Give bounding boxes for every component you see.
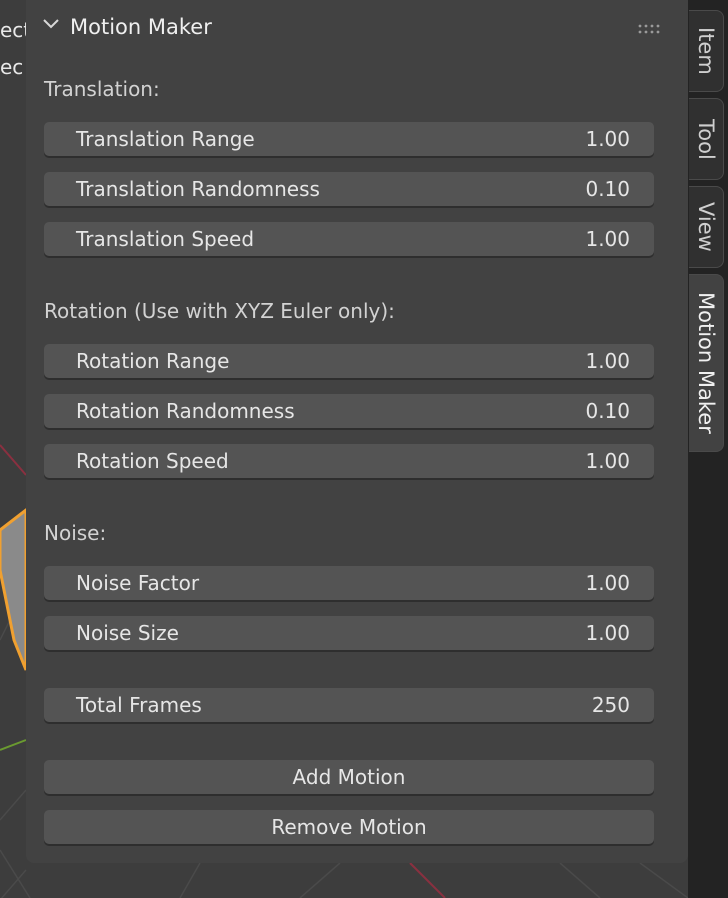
field-value: 250 [591, 693, 630, 717]
tab-tool[interactable]: Tool [689, 98, 724, 180]
field-label: Translation Range [76, 127, 255, 151]
motion-maker-panel: Motion Maker Translation: Translation Ra… [26, 0, 688, 863]
rotation-section-label: Rotation (Use with XYZ Euler only): [44, 299, 395, 323]
rotation-randomness-field[interactable]: Rotation Randomness 0.10 [44, 394, 654, 428]
field-label: Rotation Speed [76, 449, 229, 473]
field-value: 1.00 [585, 449, 630, 473]
remove-motion-button[interactable]: Remove Motion [44, 810, 654, 844]
field-label: Noise Size [76, 621, 179, 645]
field-value: 1.00 [585, 227, 630, 251]
translation-section-label: Translation: [44, 77, 160, 101]
tab-tool-label: Tool [694, 118, 718, 160]
tab-motion-maker-label: Motion Maker [694, 292, 718, 434]
tab-item-label: Item [694, 27, 718, 75]
panel-header[interactable]: Motion Maker [26, 0, 688, 58]
field-label: Noise Factor [76, 571, 200, 595]
noise-size-field[interactable]: Noise Size 1.00 [44, 616, 654, 650]
field-value: 0.10 [585, 399, 630, 423]
tab-view-label: View [694, 202, 718, 252]
tab-view[interactable]: View [689, 186, 724, 268]
field-label: Rotation Randomness [76, 399, 295, 423]
field-label: Translation Speed [76, 227, 255, 251]
field-value: 1.00 [585, 621, 630, 645]
translation-speed-field[interactable]: Translation Speed 1.00 [44, 222, 654, 256]
field-label: Total Frames [76, 693, 202, 717]
viewport-overlay-text: ec [0, 55, 24, 79]
tab-motion-maker[interactable]: Motion Maker [689, 274, 724, 452]
field-label: Translation Randomness [76, 177, 320, 201]
noise-factor-field[interactable]: Noise Factor 1.00 [44, 566, 654, 600]
sidebar-tab-strip: Item Tool View Motion Maker [688, 0, 728, 898]
translation-randomness-field[interactable]: Translation Randomness 0.10 [44, 172, 654, 206]
drag-handle-icon[interactable] [638, 23, 662, 35]
tab-item[interactable]: Item [689, 10, 724, 92]
field-value: 1.00 [585, 127, 630, 151]
field-value: 0.10 [585, 177, 630, 201]
field-label: Rotation Range [76, 349, 230, 373]
selected-object [0, 506, 28, 671]
translation-range-field[interactable]: Translation Range 1.00 [44, 122, 654, 156]
panel-title: Motion Maker [70, 15, 212, 39]
rotation-speed-field[interactable]: Rotation Speed 1.00 [44, 444, 654, 478]
chevron-down-icon[interactable] [42, 18, 60, 30]
rotation-range-field[interactable]: Rotation Range 1.00 [44, 344, 654, 378]
add-motion-button[interactable]: Add Motion [44, 760, 654, 794]
field-value: 1.00 [585, 349, 630, 373]
total-frames-field[interactable]: Total Frames 250 [44, 688, 654, 722]
noise-section-label: Noise: [44, 521, 107, 545]
field-value: 1.00 [585, 571, 630, 595]
